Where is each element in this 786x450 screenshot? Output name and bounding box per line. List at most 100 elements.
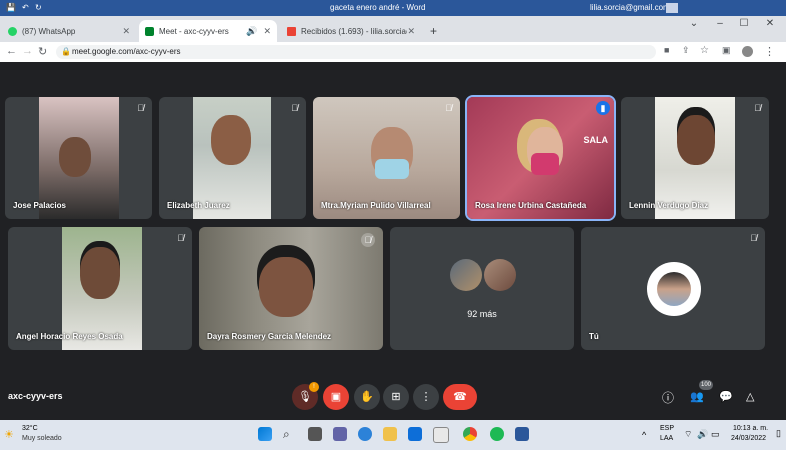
participant-name: Jose Palacios (13, 201, 66, 210)
menu-icon[interactable]: ⋮ (764, 45, 775, 58)
chat-icon[interactable]: 💬 (719, 390, 733, 403)
word-icon[interactable] (515, 427, 529, 441)
new-tab-button[interactable]: + (424, 20, 442, 42)
url-input[interactable]: meet.google.com/axc-cyyv-ers (56, 45, 656, 59)
search-icon[interactable]: ⌕ (283, 427, 297, 441)
tab-label: Recibidos (1.693) - lilia.sorcia@g (301, 26, 408, 36)
lock-icon[interactable]: 🔒 (61, 47, 71, 56)
weather-desc[interactable]: Muy soleado (22, 435, 62, 442)
close-icon[interactable]: ✕ (407, 26, 415, 37)
face (677, 115, 715, 165)
tab-whatsapp[interactable]: (87) WhatsApp ✕ (2, 20, 136, 42)
start-icon[interactable] (258, 427, 272, 441)
chevron-up-icon[interactable]: ^ (642, 430, 646, 440)
file-explorer-icon[interactable] (383, 427, 397, 441)
save-icon[interactable]: 💾 (6, 3, 16, 12)
participant-name: Elizabeth Juarez (167, 201, 230, 210)
word-title-bar: 💾 ↶ ↻ gaceta enero andré - Word lilia.so… (0, 0, 786, 16)
mic-off-icon: 🎙̸ (445, 103, 452, 113)
windows-taskbar: ☀ 32°C Muy soleado ⌕ ^ ESP LAA ⌔ 🔊 ▭ 10:… (0, 420, 786, 450)
participant-tile[interactable]: 🎙̸ Angel Horacio Reyes Osada (8, 227, 192, 350)
word-user: lilia.sorcia@gmail.com (590, 3, 670, 12)
participant-name: Dayra Rosmery Garcia Melendez (207, 332, 332, 341)
avatar[interactable] (666, 3, 678, 13)
notification-icon[interactable]: ▯ (776, 428, 781, 439)
clock-time[interactable]: 10:13 a. m. (733, 425, 768, 432)
present-screen-button[interactable]: ⊞ (383, 384, 409, 410)
tab-label: (87) WhatsApp (22, 26, 76, 36)
tab-meet[interactable]: Meet - axc-cyyv-ers 🔊 ✕ (139, 20, 277, 42)
teams-icon[interactable] (333, 427, 347, 441)
participant-name: Rosa Irene Urbina Castañeda (475, 201, 587, 210)
edge-icon[interactable] (358, 427, 372, 441)
face-mask (375, 159, 409, 179)
speaking-indicator-icon: ▮ (596, 101, 610, 115)
bookmark-star-icon[interactable]: ☆ (700, 45, 709, 56)
volume-icon[interactable]: 🔊 (697, 429, 708, 440)
tab-search-icon[interactable]: ⌄ (680, 16, 708, 32)
people-icon[interactable]: 👥 (690, 390, 704, 403)
camera-icon[interactable]: ■ (664, 45, 669, 55)
close-window-icon[interactable]: ✕ (756, 16, 784, 32)
close-icon[interactable]: ✕ (263, 26, 271, 37)
keyboard-layout[interactable]: LAA (660, 435, 673, 442)
face (211, 115, 251, 165)
language-indicator[interactable]: ESP (660, 425, 674, 432)
people-count-badge: 100 (699, 380, 713, 390)
info-icon[interactable]: ⓘ (662, 389, 674, 406)
undo-icon[interactable]: ↶ (22, 3, 29, 12)
mic-off-icon: 🎙̸ (361, 233, 375, 247)
profile-avatar[interactable] (742, 46, 753, 57)
task-view-icon[interactable] (308, 427, 322, 441)
participant-tile[interactable]: 🎙̸ Lennin Verdugo Diaz (621, 97, 769, 219)
avatar (450, 259, 482, 291)
participant-tile[interactable]: 🎙̸ Dayra Rosmery Garcia Melendez (199, 227, 383, 350)
mic-off-icon: 🎙̸ (754, 103, 761, 113)
back-icon[interactable]: ← (6, 45, 17, 57)
word-window-title: gaceta enero andré - Word (330, 3, 426, 12)
face (59, 137, 91, 177)
browser-tab-strip: (87) WhatsApp ✕ Meet - axc-cyyv-ers 🔊 ✕ … (0, 16, 786, 42)
camera-off-button[interactable]: ▣ (323, 384, 349, 410)
raise-hand-button[interactable]: ✋ (354, 384, 380, 410)
speaker-icon: 🔊 (246, 25, 258, 36)
forward-icon[interactable]: → (22, 45, 33, 57)
participant-tile[interactable]: 🎙̸ Mtra.Myriam Pulido Villarreal (313, 97, 460, 219)
face (259, 257, 313, 317)
address-bar: ← → ↻ meet.google.com/axc-cyyv-ers 🔒 ■ ⇪… (0, 42, 786, 63)
close-icon[interactable]: ✕ (122, 26, 130, 37)
participant-name: Angel Horacio Reyes Osada (16, 332, 123, 341)
maximize-icon[interactable]: ☐ (730, 16, 758, 32)
others-count: 92 más (467, 309, 497, 319)
redo-icon[interactable]: ↻ (35, 3, 42, 12)
clock-date[interactable]: 24/03/2022 (731, 435, 766, 442)
participant-name: Mtra.Myriam Pulido Villarreal (321, 201, 431, 210)
face (80, 247, 120, 299)
mic-off-icon: 🎙̸ (137, 103, 144, 113)
self-avatar (647, 262, 701, 316)
weather-temp[interactable]: 32°C (22, 425, 38, 432)
battery-icon[interactable]: ▭ (711, 429, 720, 440)
participant-tile[interactable]: 🎙̸ Jose Palacios (5, 97, 152, 219)
more-options-button[interactable]: ⋮ (413, 384, 439, 410)
chrome-icon[interactable] (463, 427, 477, 441)
wifi-icon[interactable]: ⌔ (684, 429, 692, 440)
weather-icon: ☀ (4, 429, 14, 441)
store-icon[interactable] (408, 427, 422, 441)
self-tile[interactable]: 🎙̸ Tú (581, 227, 765, 350)
tab-gmail[interactable]: Recibidos (1.693) - lilia.sorcia@g ✕ (281, 20, 421, 42)
participant-tile-speaking[interactable]: SALA ▮ Rosa Irene Urbina Castañeda (465, 95, 616, 221)
side-panel-icon[interactable]: ▣ (722, 45, 731, 56)
mic-off-icon: 🎙̸ (291, 103, 298, 113)
participant-tile[interactable]: 🎙̸ Elizabeth Juarez (159, 97, 306, 219)
gmail-icon (287, 26, 296, 36)
photos-icon[interactable] (433, 427, 449, 443)
background-sign: SALA (583, 135, 609, 145)
mic-off-icon: 🎙̸ (177, 233, 184, 243)
reload-icon[interactable]: ↻ (38, 45, 47, 58)
activities-icon[interactable]: △ (746, 390, 754, 403)
others-tile[interactable]: 92 más (390, 227, 574, 350)
spotify-icon[interactable] (490, 427, 504, 441)
share-icon[interactable]: ⇪ (682, 45, 690, 56)
end-call-button[interactable]: ☎ (443, 384, 477, 410)
